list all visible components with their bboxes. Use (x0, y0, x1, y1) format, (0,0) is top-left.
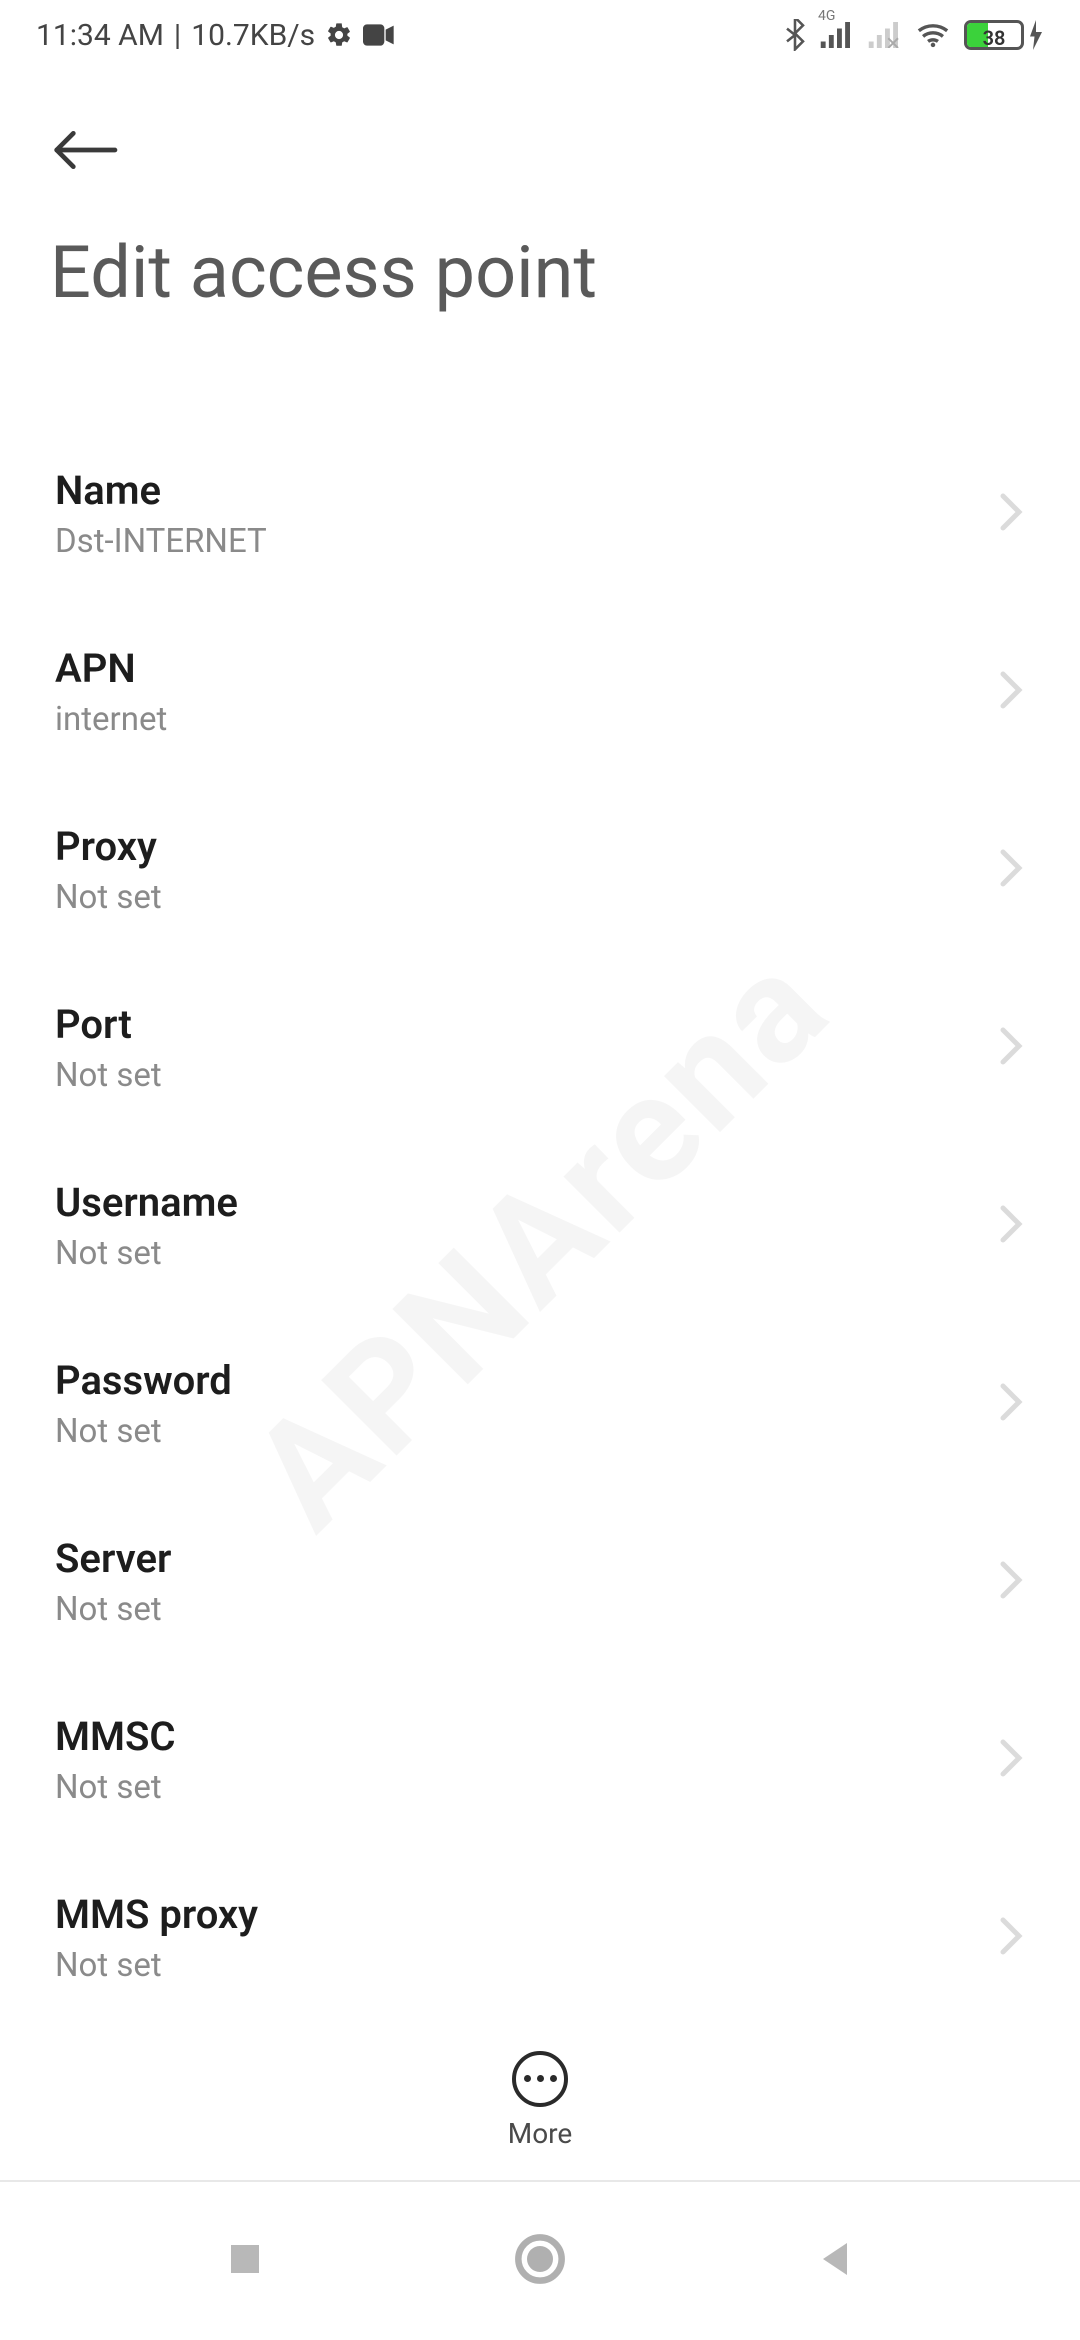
more-icon (512, 2051, 568, 2107)
settings-list: Name Dst-INTERNET APN internet Proxy Not… (0, 425, 1080, 2027)
setting-username[interactable]: Username Not set (0, 1137, 1080, 1315)
battery-indicator: 38 (964, 20, 1044, 50)
setting-value: Not set (55, 1946, 258, 1985)
setting-label: Name (55, 467, 267, 514)
status-right: 4G 38 (784, 19, 1044, 51)
setting-value: Dst-INTERNET (55, 522, 267, 561)
status-left: 11:34 AM | 10.7KB/s (36, 18, 395, 53)
arrow-left-icon (50, 130, 120, 170)
chevron-right-icon (997, 1026, 1025, 1070)
setting-label: MMS proxy (55, 1891, 258, 1938)
bluetooth-icon (784, 19, 806, 51)
setting-password[interactable]: Password Not set (0, 1315, 1080, 1493)
setting-label: Server (55, 1535, 171, 1582)
chevron-right-icon (997, 1916, 1025, 1960)
setting-mmsc[interactable]: MMSC Not set (0, 1671, 1080, 1849)
setting-label: MMSC (55, 1713, 176, 1760)
chevron-right-icon (997, 492, 1025, 536)
setting-value: internet (55, 700, 167, 739)
setting-apn[interactable]: APN internet (0, 603, 1080, 781)
setting-value: Not set (55, 878, 162, 917)
nav-home[interactable] (514, 2233, 566, 2289)
setting-label: Username (55, 1179, 238, 1226)
setting-value: Not set (55, 1412, 232, 1451)
chevron-right-icon (997, 1204, 1025, 1248)
setting-value: Not set (55, 1056, 162, 1095)
setting-mms-proxy[interactable]: MMS proxy Not set (0, 1849, 1080, 2027)
chevron-right-icon (997, 1382, 1025, 1426)
setting-label: Proxy (55, 823, 162, 870)
setting-label: Port (55, 1001, 162, 1048)
page-title: Edit access point (50, 230, 1030, 315)
setting-value: Not set (55, 1590, 171, 1629)
bottom-overlay: More (0, 2020, 1080, 2180)
setting-value: Not set (55, 1768, 176, 1807)
header: Edit access point (0, 70, 1080, 335)
status-time: 11:34 AM (36, 18, 164, 53)
status-speed: 10.7KB/s (191, 18, 315, 53)
status-separator: | (174, 18, 181, 53)
back-button[interactable] (50, 110, 130, 190)
setting-port[interactable]: Port Not set (0, 959, 1080, 1137)
setting-label: APN (55, 645, 167, 692)
chevron-right-icon (997, 848, 1025, 892)
nav-recents[interactable] (225, 2239, 265, 2283)
chevron-right-icon (997, 670, 1025, 714)
gear-icon (325, 21, 353, 49)
nav-back[interactable] (815, 2239, 855, 2283)
more-label: More (508, 2117, 573, 2150)
setting-server[interactable]: Server Not set (0, 1493, 1080, 1671)
chevron-right-icon (997, 1560, 1025, 1604)
signal-nosim-icon (868, 22, 902, 48)
chevron-right-icon (997, 1738, 1025, 1782)
android-nav-bar (0, 2180, 1080, 2340)
setting-name[interactable]: Name Dst-INTERNET (0, 425, 1080, 603)
charging-icon (1028, 20, 1044, 50)
status-bar: 11:34 AM | 10.7KB/s 4G 38 (0, 0, 1080, 70)
signal-4g-icon: 4G (820, 22, 854, 48)
setting-value: Not set (55, 1234, 238, 1273)
video-icon (363, 24, 395, 46)
wifi-icon (916, 22, 950, 48)
setting-label: Password (55, 1357, 232, 1404)
more-button[interactable]: More (508, 2051, 573, 2150)
setting-proxy[interactable]: Proxy Not set (0, 781, 1080, 959)
